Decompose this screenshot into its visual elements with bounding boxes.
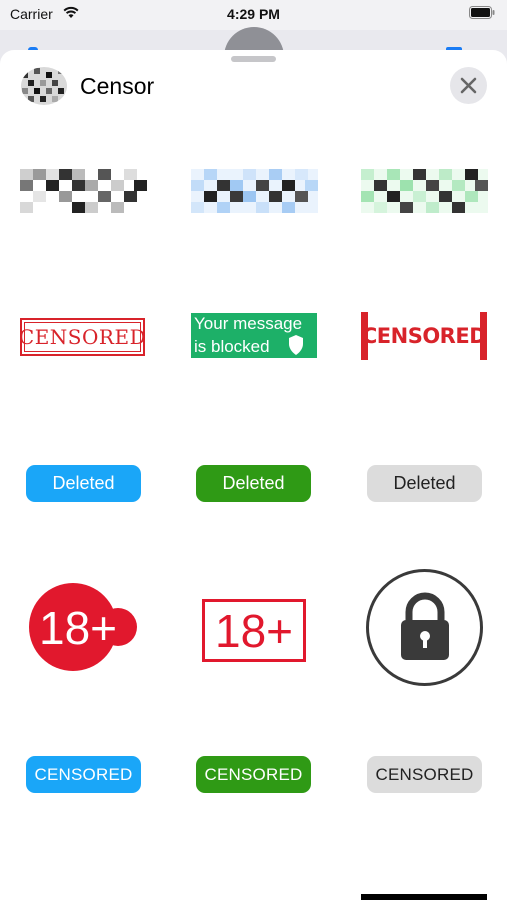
deleted-green-sticker[interactable]: Deleted (196, 465, 311, 502)
message-blocked-line2: is blocked (194, 337, 270, 356)
adult-box-text: 18+ (214, 604, 294, 657)
adult-box-sticker[interactable]: 18+ (202, 599, 306, 662)
censored-bold-right-bar (480, 312, 487, 360)
padlock-icon (401, 592, 449, 660)
deleted-blue-sticker[interactable]: Deleted (26, 465, 141, 502)
clock-label: 4:29 PM (227, 6, 280, 22)
message-blocked-line1: Your message (194, 314, 303, 333)
sheet-title: Censor (80, 73, 155, 99)
message-blocked-sticker[interactable]: Your message is blocked (191, 313, 317, 358)
pixel-mosaic-blue-sticker[interactable] (191, 169, 318, 213)
battery-icon (469, 6, 495, 19)
sticker-sheet: Censor CENSORED Your message is blocked … (0, 50, 507, 900)
adult-circle-text: 18+ (39, 602, 117, 654)
pixel-mosaic-gray-sticker[interactable] (20, 169, 147, 213)
censored-blue-label: CENSORED (34, 764, 133, 784)
censored-bold-text: CENSORED (361, 324, 487, 348)
censored-gray-label: CENSORED (375, 764, 474, 784)
status-bar: Carrier 4:29 PM (0, 0, 507, 30)
app-icon (21, 67, 67, 105)
censored-gray-sticker[interactable]: CENSORED (367, 756, 482, 793)
censored-bold-sticker[interactable]: CENSORED (361, 312, 487, 360)
censored-blue-sticker[interactable]: CENSORED (26, 756, 141, 793)
stamp-inner-border (24, 322, 141, 352)
lock-sticker[interactable] (366, 569, 483, 686)
deleted-green-label: Deleted (222, 473, 285, 493)
shield-icon (289, 335, 303, 355)
deleted-blue-label: Deleted (52, 473, 115, 493)
censored-stamp-sticker[interactable]: CENSORED (19, 318, 146, 356)
next-row-sticker-partial[interactable] (361, 894, 487, 900)
close-button[interactable] (450, 67, 487, 104)
censored-green-label: CENSORED (204, 764, 303, 784)
sheet-grabber[interactable] (231, 56, 276, 62)
deleted-gray-label: Deleted (393, 473, 456, 493)
censored-green-sticker[interactable]: CENSORED (196, 756, 311, 793)
deleted-gray-sticker[interactable]: Deleted (367, 465, 482, 502)
adult-circle-sticker[interactable]: 18+ (29, 582, 137, 672)
close-icon (460, 77, 477, 94)
pixel-mosaic-green-sticker[interactable] (361, 169, 488, 213)
